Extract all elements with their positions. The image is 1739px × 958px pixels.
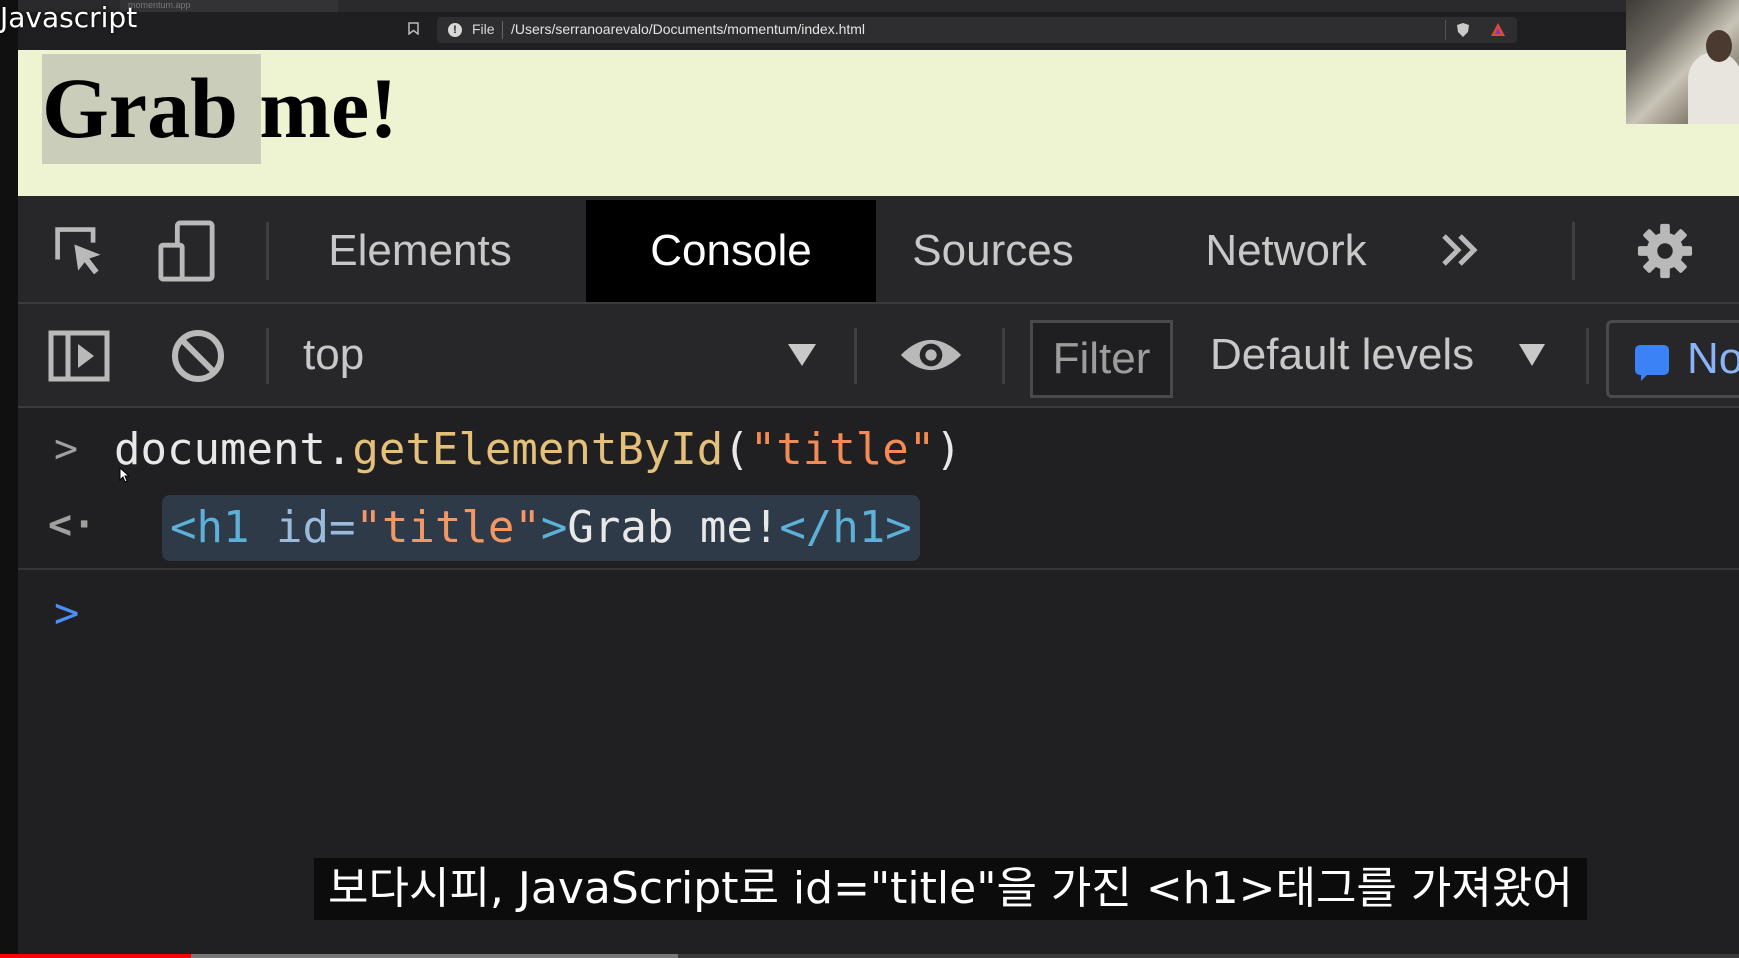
toolbar-divider [1572, 222, 1575, 280]
webcam-overlay [1626, 0, 1739, 124]
window-edge [0, 0, 18, 958]
message-icon [1635, 345, 1669, 381]
levels-dropdown-icon[interactable] [1519, 344, 1545, 366]
cmd-object: document. [114, 424, 353, 475]
console-divider [18, 568, 1739, 570]
toolbar-divider [266, 328, 269, 384]
presenter-body [1688, 52, 1739, 124]
cmd-close-paren: ) [935, 424, 962, 475]
bookmark-icon[interactable] [408, 22, 419, 35]
inspect-element-icon[interactable] [52, 224, 108, 280]
video-progress-bar[interactable] [0, 954, 1739, 958]
tab-elements[interactable]: Elements [320, 200, 520, 302]
active-input-prompt[interactable]: > [54, 588, 79, 637]
cmd-method: getElementById [352, 424, 724, 475]
video-progress-fill [0, 954, 192, 958]
page-heading: Grab me! [42, 60, 398, 156]
result-attr-value: "title" [355, 502, 541, 553]
mouse-cursor-icon [119, 467, 129, 483]
toolbar-divider [854, 328, 857, 384]
tab-strip: momentum.app [0, 0, 1739, 12]
address-bar: ! File /Users/serranoarevalo/Documents/m… [0, 12, 1739, 50]
clear-console-icon[interactable] [170, 328, 226, 384]
log-levels-select[interactable]: Default levels [1210, 304, 1474, 406]
brave-rewards-icon[interactable] [1490, 22, 1506, 38]
issues-button[interactable]: No [1606, 320, 1739, 398]
double-chevron-right-icon[interactable] [1440, 232, 1480, 268]
toolbar-divider [266, 222, 269, 280]
issues-label: No [1687, 334, 1739, 383]
presenter-head [1706, 30, 1732, 62]
video-buffer-fill [191, 954, 679, 958]
address-divider [1445, 20, 1446, 40]
url-scheme-label: File [472, 21, 495, 37]
info-icon[interactable]: ! [448, 23, 462, 37]
filter-input[interactable]: Filter [1030, 320, 1173, 398]
tab-sources[interactable]: Sources [898, 200, 1088, 302]
video-title: Javascript [0, 1, 138, 34]
gear-icon[interactable] [1636, 222, 1694, 280]
result-close-tag: </h1> [779, 502, 912, 553]
toolbar-divider [1586, 328, 1589, 384]
browser-tab[interactable]: momentum.app [120, 0, 338, 12]
url-field[interactable]: ! File /Users/serranoarevalo/Documents/m… [437, 17, 1517, 43]
video-subtitle: 보다시피, JavaScript로 id="title"을 가진 <h1>태그를… [314, 858, 1587, 920]
toolbar-divider [1002, 328, 1005, 384]
cmd-open-paren: ( [723, 424, 750, 475]
url-text[interactable]: /Users/serranoarevalo/Documents/momentum… [511, 21, 865, 37]
brave-shield-icon[interactable] [1456, 22, 1470, 38]
devtools-tabbar: Elements Console Sources Network [18, 196, 1739, 304]
tab-console[interactable]: Console [586, 200, 876, 302]
result-open-tag-end: > [540, 502, 568, 553]
live-expression-eye-icon[interactable] [898, 334, 964, 376]
sidebar-toggle-icon[interactable] [48, 330, 110, 382]
url-divider [502, 21, 503, 39]
console-command[interactable]: document.getElementById("title") [114, 424, 962, 475]
page-viewport: Grab me! [18, 50, 1739, 196]
result-open-tag: <h1 [170, 502, 276, 553]
context-select[interactable]: top [303, 304, 364, 406]
cmd-argument: "title" [749, 424, 936, 475]
device-toolbar-icon[interactable] [158, 220, 216, 282]
result-text: Grab me! [567, 502, 780, 553]
devtools-panel: Elements Console Sources Network top Fil… [18, 196, 1739, 958]
result-prompt: <· [48, 502, 97, 548]
context-dropdown-icon[interactable] [788, 344, 816, 366]
tab-network[interactable]: Network [1176, 200, 1396, 302]
console-result-element[interactable]: <h1 id="title">Grab me!</h1> [170, 502, 912, 553]
input-prompt: > [54, 426, 79, 472]
result-attr-name: id= [275, 502, 356, 553]
console-toolbar: top Filter Default levels No [18, 304, 1739, 408]
